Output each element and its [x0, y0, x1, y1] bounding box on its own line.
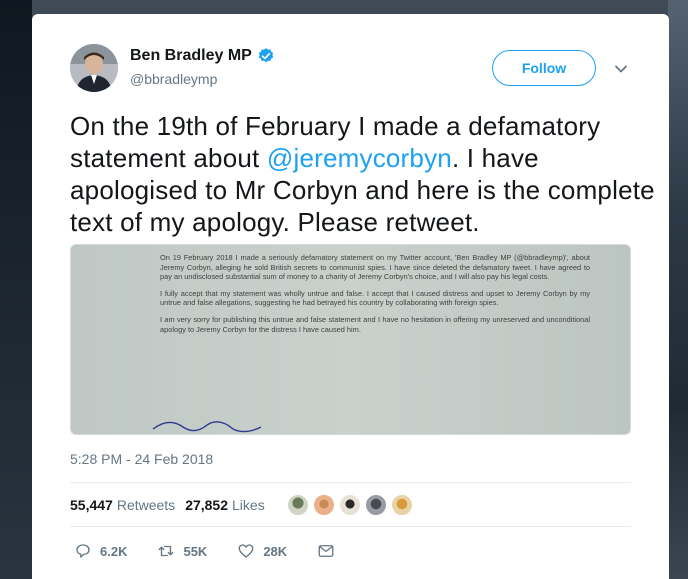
- retweet-count: 55K: [183, 543, 208, 559]
- retweet-icon: [159, 545, 174, 557]
- reply-count: 6.2K: [100, 543, 128, 559]
- signature-mark: [152, 421, 262, 433]
- chevron-down-icon[interactable]: [614, 62, 628, 76]
- apology-letter: On 19 February 2018 I made a seriously d…: [160, 253, 590, 341]
- avatar[interactable]: [70, 44, 118, 92]
- author-name[interactable]: Ben Bradley MP: [130, 47, 252, 65]
- reply-icon: [76, 544, 90, 558]
- divider: [70, 482, 631, 483]
- likes-count[interactable]: 27,852: [185, 497, 228, 513]
- envelope-icon: [318, 545, 334, 557]
- tweet-media-image[interactable]: On 19 February 2018 I made a seriously d…: [70, 244, 631, 435]
- divider: [70, 526, 631, 527]
- letter-paragraph: I fully accept that my statement was who…: [160, 288, 590, 308]
- background-right: [668, 0, 688, 579]
- letter-paragraph: I am very sorry for publishing this untr…: [160, 314, 590, 334]
- like-button[interactable]: 28K: [237, 542, 287, 560]
- letter-paragraph: On 19 February 2018 I made a seriously d…: [160, 253, 590, 282]
- retweets-label[interactable]: Retweets: [117, 497, 175, 513]
- mention-link[interactable]: @jeremycorbyn: [267, 143, 452, 173]
- like-count: 28K: [263, 543, 288, 559]
- liker-avatar[interactable]: [338, 494, 361, 516]
- liker-avatar[interactable]: [312, 494, 335, 516]
- reply-button[interactable]: 6.2K: [74, 542, 127, 560]
- retweets-count[interactable]: 55,447: [70, 497, 113, 513]
- verified-badge-icon: [258, 48, 273, 63]
- tweet-actions: 6.2K 55K 28K: [74, 542, 373, 560]
- tweet-stats: 55,447 Retweets 27,852 Likes: [70, 494, 417, 516]
- follow-button[interactable]: Follow: [492, 50, 596, 86]
- background-left: [0, 0, 32, 579]
- heart-icon: [238, 544, 254, 558]
- retweet-button[interactable]: 55K: [157, 542, 207, 560]
- likes-label[interactable]: Likes: [232, 497, 265, 513]
- tweet-card: Ben Bradley MP @bbradleymp Follow On the…: [32, 14, 669, 579]
- liker-avatar[interactable]: [286, 494, 309, 516]
- direct-message-button[interactable]: [317, 542, 343, 560]
- liker-avatar[interactable]: [390, 494, 413, 516]
- author-row: Ben Bradley MP: [130, 47, 275, 65]
- liker-avatars: [286, 494, 417, 516]
- liker-avatar[interactable]: [364, 494, 387, 516]
- avatar-image: [70, 44, 118, 92]
- author-handle[interactable]: @bbradleymp: [130, 71, 217, 87]
- tweet-text: On the 19th of February I made a defamat…: [70, 110, 660, 238]
- tweet-timestamp[interactable]: 5:28 PM - 24 Feb 2018: [70, 451, 213, 467]
